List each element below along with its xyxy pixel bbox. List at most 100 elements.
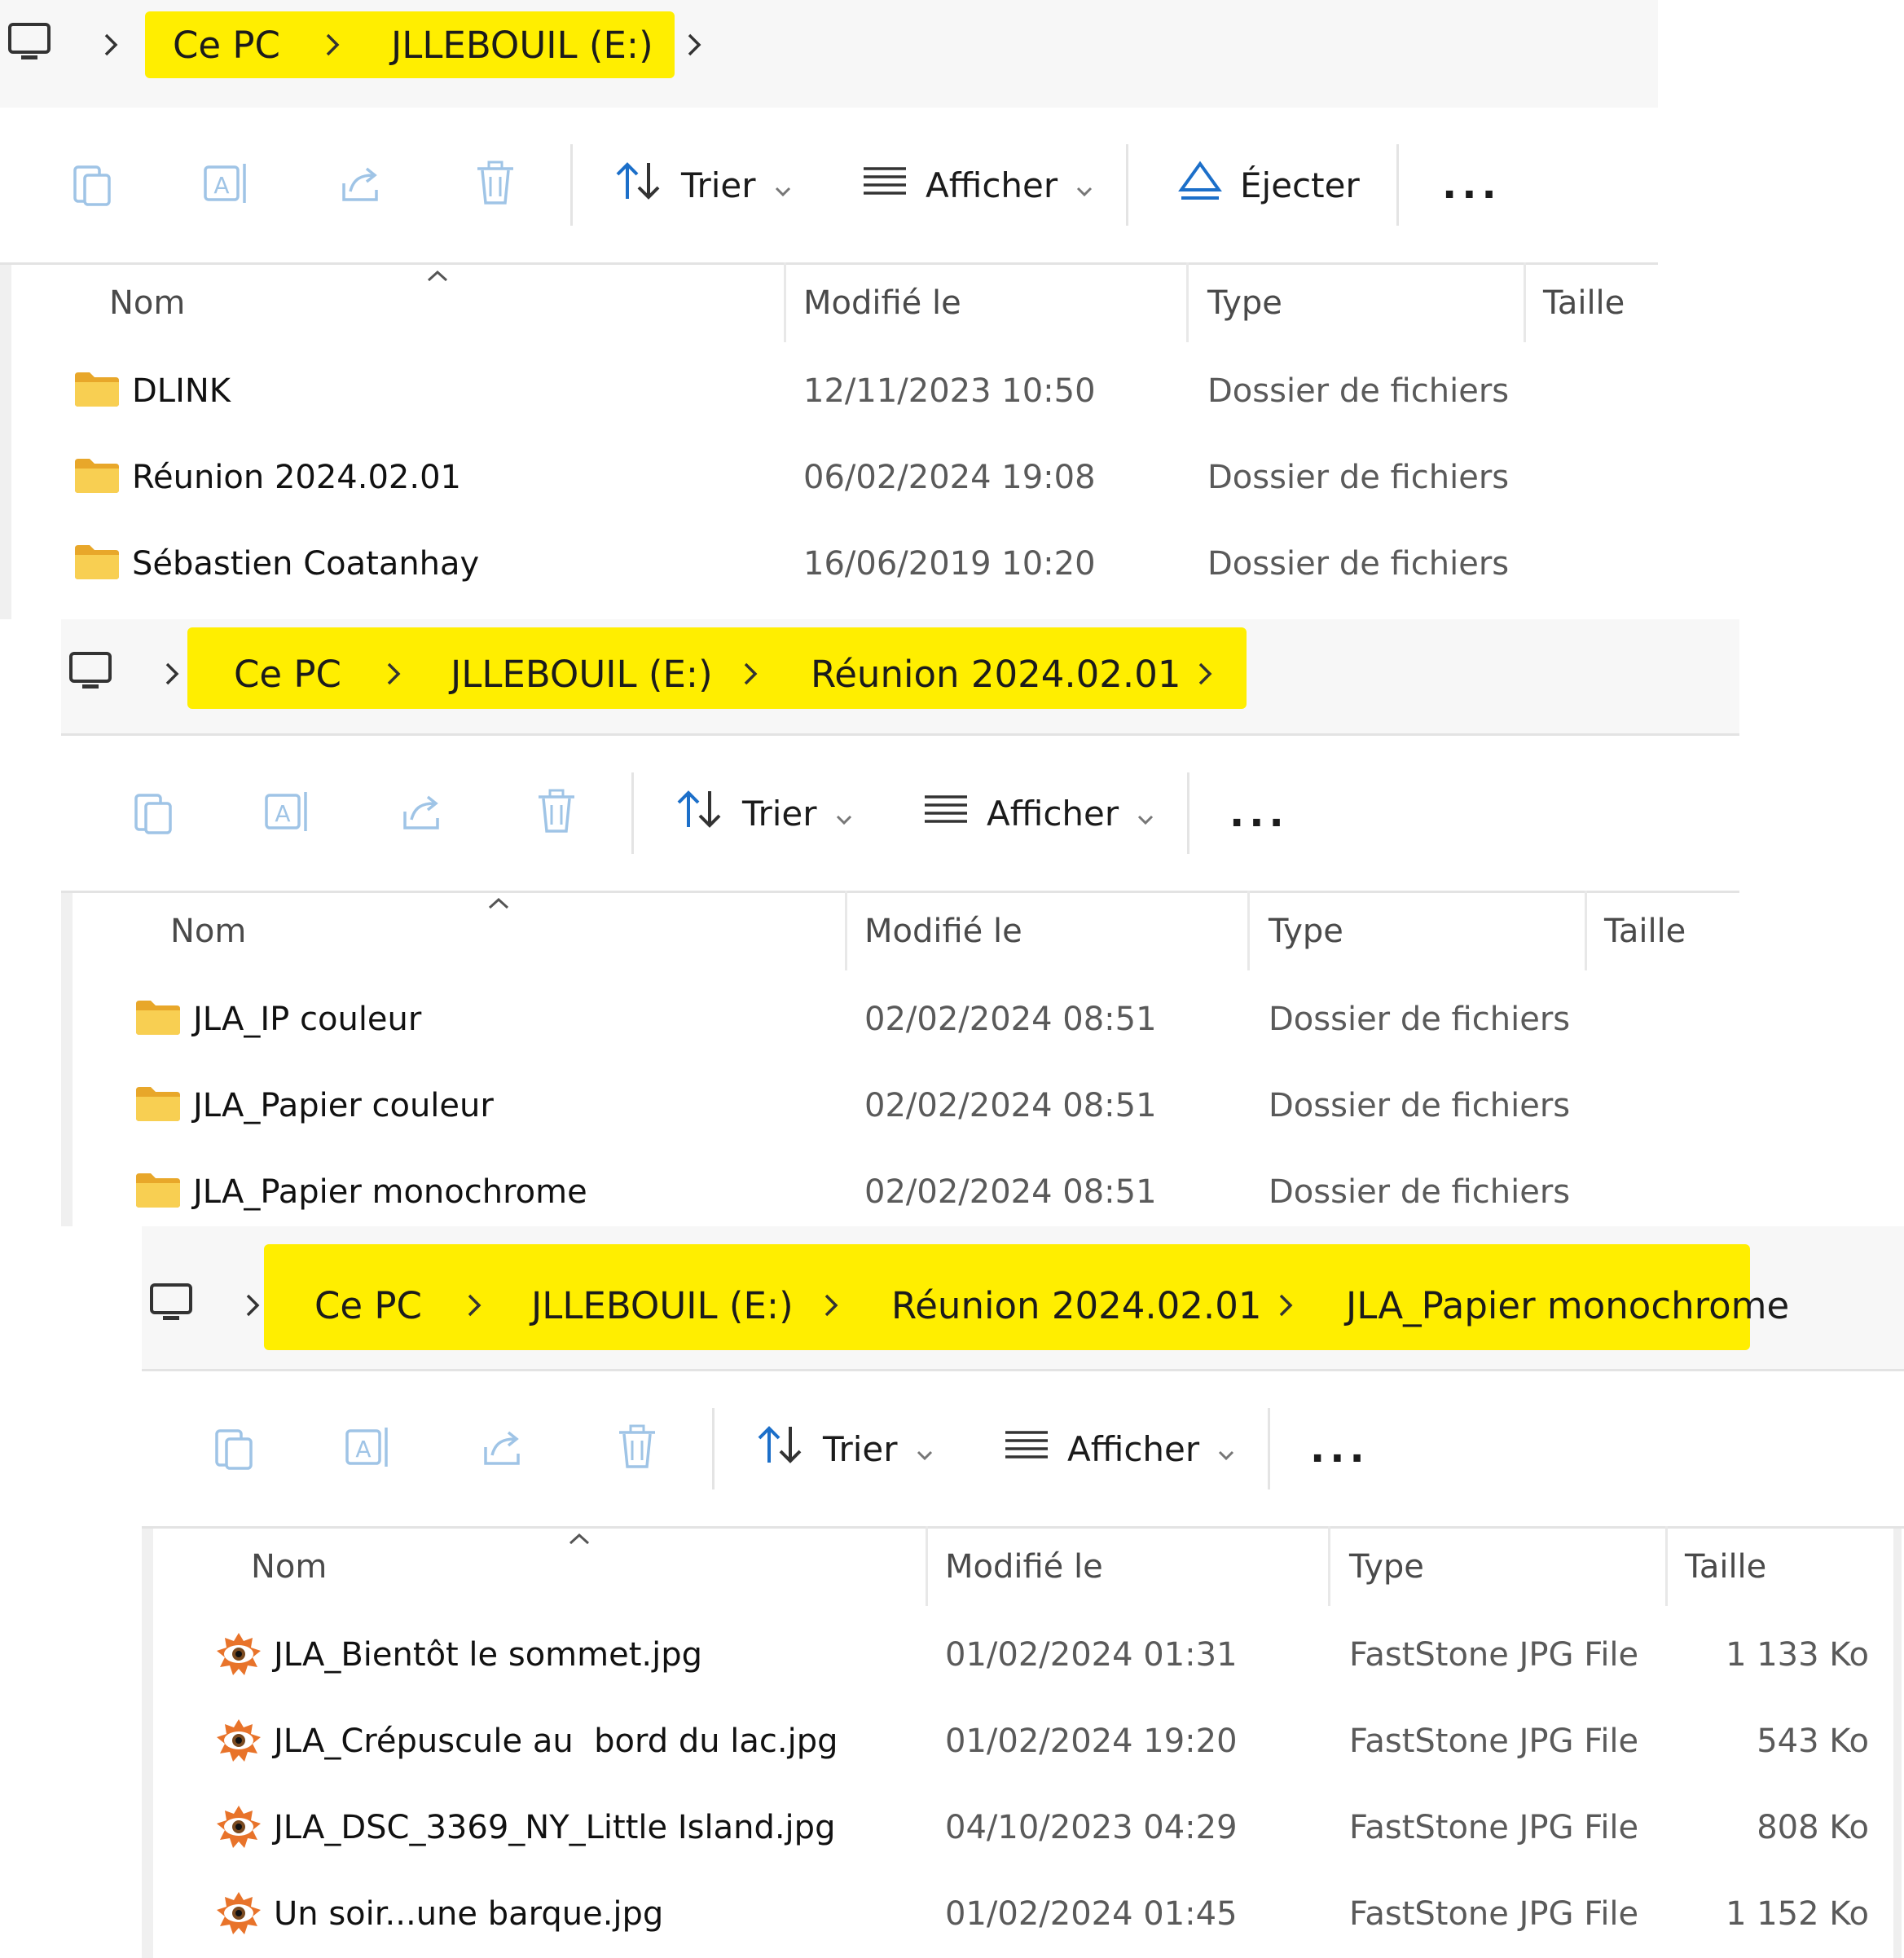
copy-icon[interactable] xyxy=(212,1423,257,1475)
file-modified: 16/06/2019 10:20 xyxy=(803,545,1096,583)
monitor-icon[interactable] xyxy=(68,649,113,697)
rename-icon[interactable]: A xyxy=(202,159,251,211)
column-divider[interactable] xyxy=(1328,1526,1330,1606)
file-modified: 01/02/2024 01:31 xyxy=(945,1636,1238,1674)
chevron-right-icon[interactable] xyxy=(162,629,182,719)
chevron-right-icon[interactable] xyxy=(101,0,121,90)
copy-icon[interactable] xyxy=(70,159,116,211)
file-row[interactable]: Réunion 2024.02.01 06/02/2024 19:08 Doss… xyxy=(0,434,1658,521)
view-button[interactable]: Afficher xyxy=(862,108,1093,262)
column-header-modified[interactable]: Modifié le xyxy=(803,262,961,344)
trash-icon[interactable] xyxy=(473,159,518,211)
file-row[interactable]: JLA_Papier couleur 02/02/2024 08:51 Doss… xyxy=(61,1063,1739,1149)
breadcrumb-reunion[interactable]: Réunion 2024.02.01 xyxy=(811,629,1181,719)
copy-icon[interactable] xyxy=(131,787,177,839)
trash-icon[interactable] xyxy=(534,787,579,839)
chevron-right-icon[interactable] xyxy=(1195,629,1215,719)
file-row[interactable]: JLA_Papier monochrome 02/02/2024 08:51 D… xyxy=(61,1149,1739,1226)
breadcrumb-ce-pc[interactable]: Ce PC xyxy=(173,0,280,90)
list-lines-icon xyxy=(862,165,908,205)
trash-icon[interactable] xyxy=(614,1423,660,1475)
column-header-name[interactable]: Nom xyxy=(251,1526,327,1608)
eject-button[interactable]: Éjecter xyxy=(1178,108,1360,262)
rename-icon[interactable]: A xyxy=(344,1423,393,1475)
file-type: Dossier de fichiers xyxy=(1207,372,1510,410)
chevron-right-icon[interactable] xyxy=(741,629,760,719)
breadcrumb-drive[interactable]: JLLEBOUIL (E:) xyxy=(391,0,653,90)
chevron-right-icon[interactable] xyxy=(464,1261,484,1350)
breadcrumb-ce-pc[interactable]: Ce PC xyxy=(234,629,341,719)
chevron-right-icon[interactable] xyxy=(323,0,342,90)
share-icon[interactable] xyxy=(337,159,386,211)
column-header-size[interactable]: Taille xyxy=(1604,891,1686,972)
file-row[interactable]: JLA_Bientôt le sommet.jpg 01/02/2024 01:… xyxy=(142,1612,1904,1698)
monitor-icon[interactable] xyxy=(148,1280,194,1329)
column-divider[interactable] xyxy=(1585,891,1587,970)
sort-button[interactable]: Trier xyxy=(613,108,792,262)
file-row[interactable]: Un soir...une barque.jpg 01/02/2024 01:4… xyxy=(142,1871,1904,1957)
column-divider[interactable] xyxy=(1247,891,1250,970)
list-lines-icon xyxy=(923,793,969,834)
file-type: Dossier de fichiers xyxy=(1207,459,1510,496)
file-name: Un soir...une barque.jpg xyxy=(274,1895,664,1933)
monitor-icon[interactable] xyxy=(7,20,52,68)
file-row[interactable]: DLINK 12/11/2023 10:50 Dossier de fichie… xyxy=(0,348,1658,434)
column-header-type[interactable]: Type xyxy=(1349,1526,1424,1608)
breadcrumb-reunion[interactable]: Réunion 2024.02.01 xyxy=(891,1261,1261,1350)
address-bar: Ce PC JLLEBOUIL (E:) Réunion 2024.02.01 … xyxy=(142,1226,1904,1371)
more-options-button[interactable]: ... xyxy=(1442,108,1502,262)
column-divider[interactable] xyxy=(1524,262,1526,342)
file-row[interactable]: JLA_DSC_3369_NY_Little Island.jpg 04/10/… xyxy=(142,1784,1904,1871)
chevron-right-icon[interactable] xyxy=(684,0,704,90)
breadcrumb-drive[interactable]: JLLEBOUIL (E:) xyxy=(451,629,713,719)
file-name: JLA_DSC_3369_NY_Little Island.jpg xyxy=(274,1809,836,1846)
chevron-down-icon xyxy=(1137,794,1154,834)
chevron-right-icon[interactable] xyxy=(243,1261,262,1350)
breadcrumb-ce-pc[interactable]: Ce PC xyxy=(314,1261,422,1350)
file-name: JLA_Crépuscule au bord du lac.jpg xyxy=(274,1723,838,1760)
file-name: DLINK xyxy=(132,372,231,410)
file-name: JLA_IP couleur xyxy=(193,1001,422,1038)
column-header-modified[interactable]: Modifié le xyxy=(864,891,1022,972)
share-icon[interactable] xyxy=(398,787,447,839)
svg-text:A: A xyxy=(355,1436,371,1463)
chevron-down-icon xyxy=(916,1429,934,1469)
column-header-size[interactable]: Taille xyxy=(1543,262,1625,344)
file-row[interactable]: Sébastien Coatanhay 16/06/2019 10:20 Dos… xyxy=(0,521,1658,607)
column-divider[interactable] xyxy=(1186,262,1189,342)
file-size: 808 Ko xyxy=(1757,1809,1869,1846)
file-row[interactable]: JLA_Crépuscule au bord du lac.jpg 01/02/… xyxy=(142,1698,1904,1784)
column-header-type[interactable]: Type xyxy=(1207,262,1282,344)
column-divider[interactable] xyxy=(1665,1526,1668,1606)
address-bar: Ce PC JLLEBOUIL (E:) Réunion 2024.02.01 xyxy=(61,619,1739,736)
sort-arrows-icon xyxy=(613,158,663,212)
column-divider[interactable] xyxy=(784,262,786,342)
more-options-button[interactable]: ... xyxy=(1229,736,1289,891)
toolbar-divider xyxy=(712,1408,715,1489)
chevron-right-icon[interactable] xyxy=(1276,1261,1295,1350)
folder-icon xyxy=(73,457,121,498)
column-header-name[interactable]: Nom xyxy=(170,891,246,972)
file-modified: 02/02/2024 08:51 xyxy=(864,1001,1157,1038)
column-divider[interactable] xyxy=(845,891,847,970)
view-button[interactable]: Afficher xyxy=(923,736,1154,891)
chevron-right-icon[interactable] xyxy=(821,1261,841,1350)
more-options-button[interactable]: ... xyxy=(1310,1371,1370,1526)
column-header-type[interactable]: Type xyxy=(1269,891,1343,972)
column-header-name[interactable]: Nom xyxy=(109,262,185,344)
breadcrumb-drive[interactable]: JLLEBOUIL (E:) xyxy=(531,1261,794,1350)
file-type: FastStone JPG File xyxy=(1349,1636,1639,1674)
rename-icon[interactable]: A xyxy=(263,787,312,839)
file-size: 1 152 Ko xyxy=(1726,1895,1869,1933)
toolbar-divider xyxy=(570,144,573,226)
file-row[interactable]: JLA_IP couleur 02/02/2024 08:51 Dossier … xyxy=(61,976,1739,1063)
column-header-size[interactable]: Taille xyxy=(1685,1526,1766,1608)
sort-button[interactable]: Trier xyxy=(754,1371,934,1526)
chevron-right-icon[interactable] xyxy=(384,629,403,719)
view-button[interactable]: Afficher xyxy=(1004,1371,1235,1526)
sort-button[interactable]: Trier xyxy=(674,736,853,891)
column-header-modified[interactable]: Modifié le xyxy=(945,1526,1103,1608)
breadcrumb-monochrome[interactable]: JLA_Papier monochrome xyxy=(1346,1261,1789,1350)
column-divider[interactable] xyxy=(926,1526,928,1606)
share-icon[interactable] xyxy=(479,1423,528,1475)
